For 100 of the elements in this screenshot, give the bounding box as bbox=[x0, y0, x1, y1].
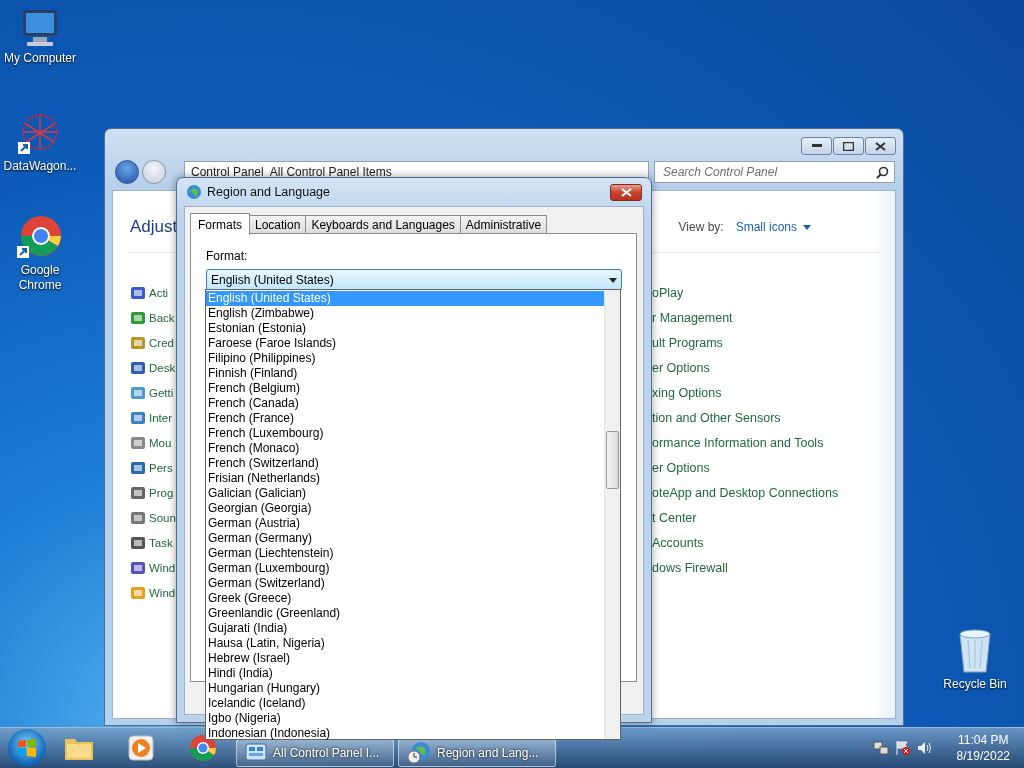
dropdown-option[interactable]: Filipino (Philippines) bbox=[206, 351, 604, 366]
control-panel-link[interactable]: Accounts bbox=[652, 535, 704, 550]
control-panel-icon bbox=[130, 409, 146, 426]
caret-icon bbox=[609, 277, 617, 283]
control-panel-icon bbox=[130, 459, 146, 476]
dropdown-option[interactable]: Icelandic (Iceland) bbox=[206, 696, 604, 711]
control-panel-link[interactable]: Desk bbox=[149, 361, 176, 374]
dropdown-option[interactable]: French (Monaco) bbox=[206, 441, 604, 456]
dropdown-option[interactable]: Estonian (Estonia) bbox=[206, 321, 604, 336]
back-button[interactable] bbox=[115, 160, 139, 184]
taskbar-button[interactable]: All Control Panel I... bbox=[236, 739, 394, 767]
desktop-icon-label[interactable]: DataWagon... bbox=[3, 159, 77, 174]
search-field[interactable]: Search Control Panel bbox=[654, 161, 895, 183]
scrollbar-thumb[interactable] bbox=[606, 431, 619, 489]
desktop-icon-label[interactable]: Google Chrome bbox=[15, 263, 65, 293]
control-panel-link[interactable]: Task bbox=[149, 536, 173, 549]
close-icon bbox=[875, 141, 886, 151]
control-panel-link[interactable]: Soun bbox=[149, 511, 176, 524]
control-panel-icon bbox=[130, 334, 146, 351]
control-panel-icon bbox=[130, 359, 146, 376]
control-panel-link[interactable]: er Options bbox=[652, 360, 710, 375]
taskbar-button[interactable]: Region and Lang... bbox=[398, 739, 556, 767]
control-panel-link[interactable]: xing Options bbox=[652, 385, 722, 400]
dropdown-option[interactable]: Hungarian (Hungary) bbox=[206, 681, 604, 696]
flag-icon bbox=[894, 740, 911, 756]
format-dropdown[interactable]: English (United States) bbox=[206, 269, 622, 291]
minimize-button[interactable] bbox=[801, 137, 832, 155]
dropdown-option[interactable]: French (France) bbox=[206, 411, 604, 426]
maximize-icon bbox=[843, 141, 854, 151]
network-icon bbox=[872, 740, 889, 756]
minimize-icon bbox=[811, 144, 822, 148]
control-panel-link[interactable]: r Management bbox=[652, 310, 733, 325]
dropdown-option[interactable]: German (Germany) bbox=[206, 531, 604, 546]
dropdown-option[interactable]: French (Belgium) bbox=[206, 381, 604, 396]
clock-date[interactable]: 8/19/2022 bbox=[956, 748, 1010, 764]
start-button[interactable] bbox=[8, 729, 46, 767]
control-panel-link[interactable]: Cred bbox=[149, 336, 174, 349]
globe-clock-icon bbox=[407, 741, 431, 765]
dropdown-option[interactable]: German (Austria) bbox=[206, 516, 604, 531]
dropdown-option[interactable]: Hindi (India) bbox=[206, 666, 604, 681]
dropdown-option[interactable]: Hausa (Latin, Nigeria) bbox=[206, 636, 604, 651]
control-panel-link[interactable]: dows Firewall bbox=[652, 560, 728, 575]
search-icon bbox=[876, 166, 889, 179]
desktop-icon-label[interactable]: My Computer bbox=[4, 51, 76, 66]
control-panel-link[interactable]: oteApp and Desktop Connections bbox=[652, 485, 839, 500]
close-button[interactable] bbox=[610, 184, 642, 201]
scrollbar[interactable] bbox=[604, 290, 620, 739]
windows-logo-icon bbox=[17, 738, 37, 758]
control-panel-link[interactable]: Getti bbox=[149, 386, 174, 399]
page-heading: Adjust bbox=[130, 217, 178, 237]
dropdown-option[interactable]: Frisian (Netherlands) bbox=[206, 471, 604, 486]
dropdown-option[interactable]: German (Switzerland) bbox=[206, 576, 604, 591]
control-panel-link[interactable]: oPlay bbox=[652, 285, 684, 300]
close-icon bbox=[620, 188, 632, 197]
dropdown-option[interactable]: German (Luxembourg) bbox=[206, 561, 604, 576]
tab[interactable]: Formats bbox=[190, 213, 250, 235]
control-panel-icon bbox=[130, 509, 146, 526]
dropdown-option[interactable]: French (Switzerland) bbox=[206, 456, 604, 471]
dropdown-option[interactable]: Greek (Greece) bbox=[206, 591, 604, 606]
control-panel-icon bbox=[130, 309, 146, 326]
dropdown-option[interactable]: Georgian (Georgia) bbox=[206, 501, 604, 516]
control-panel-icon bbox=[130, 559, 146, 576]
dropdown-option[interactable]: Finnish (Finland) bbox=[206, 366, 604, 381]
view-by-label: View by: bbox=[678, 220, 724, 234]
dropdown-option[interactable]: German (Liechtenstein) bbox=[206, 546, 604, 561]
control-panel-icon bbox=[130, 384, 146, 401]
control-panel-link[interactable]: tion and Other Sensors bbox=[652, 410, 781, 425]
dialog-title: Region and Language bbox=[207, 185, 331, 199]
clock-time[interactable]: 11:04 PM bbox=[958, 732, 1009, 748]
dropdown-option[interactable]: Faroese (Faroe Islands) bbox=[206, 336, 604, 351]
control-panel-icon bbox=[130, 434, 146, 451]
dropdown-option[interactable]: Greenlandic (Greenland) bbox=[206, 606, 604, 621]
dropdown-option[interactable]: French (Canada) bbox=[206, 396, 604, 411]
control-panel-link[interactable]: ormance Information and Tools bbox=[652, 435, 824, 450]
maximize-button[interactable] bbox=[833, 137, 864, 155]
dropdown-option[interactable]: Igbo (Nigeria) bbox=[206, 711, 604, 726]
dropdown-option[interactable]: French (Luxembourg) bbox=[206, 426, 604, 441]
view-by-dropdown[interactable]: Small icons bbox=[735, 220, 811, 234]
dropdown-option[interactable]: Galician (Galician) bbox=[206, 486, 604, 501]
control-panel-link[interactable]: er Options bbox=[652, 460, 710, 475]
control-panel-link[interactable]: t Center bbox=[652, 510, 697, 525]
control-panel-link[interactable]: Mou bbox=[149, 436, 172, 449]
control-panel-link[interactable]: Prog bbox=[149, 486, 174, 499]
control-panel-icon bbox=[130, 584, 146, 601]
control-panel-link[interactable]: Wind bbox=[149, 586, 176, 599]
control-panel-link[interactable]: Pers bbox=[149, 461, 173, 474]
dropdown-option[interactable]: Hebrew (Israel) bbox=[206, 651, 604, 666]
caret-icon bbox=[803, 224, 811, 230]
speaker-icon bbox=[916, 740, 933, 756]
dropdown-option[interactable]: English (Zimbabwe) bbox=[206, 306, 604, 321]
control-panel-link[interactable]: ult Programs bbox=[652, 335, 723, 350]
dropdown-option[interactable]: Gujarati (India) bbox=[206, 621, 604, 636]
control-panel-icon bbox=[130, 484, 146, 501]
desktop-icon-label[interactable]: Recycle Bin bbox=[943, 677, 1007, 692]
dropdown-option[interactable]: Indonesian (Indonesia) bbox=[206, 726, 604, 741]
control-panel-link[interactable]: Wind bbox=[149, 561, 176, 574]
close-button[interactable] bbox=[865, 137, 896, 155]
control-panel-link[interactable]: Acti bbox=[149, 286, 169, 299]
control-panel-link[interactable]: Inter bbox=[149, 411, 172, 424]
control-panel-link[interactable]: Back bbox=[149, 311, 175, 324]
